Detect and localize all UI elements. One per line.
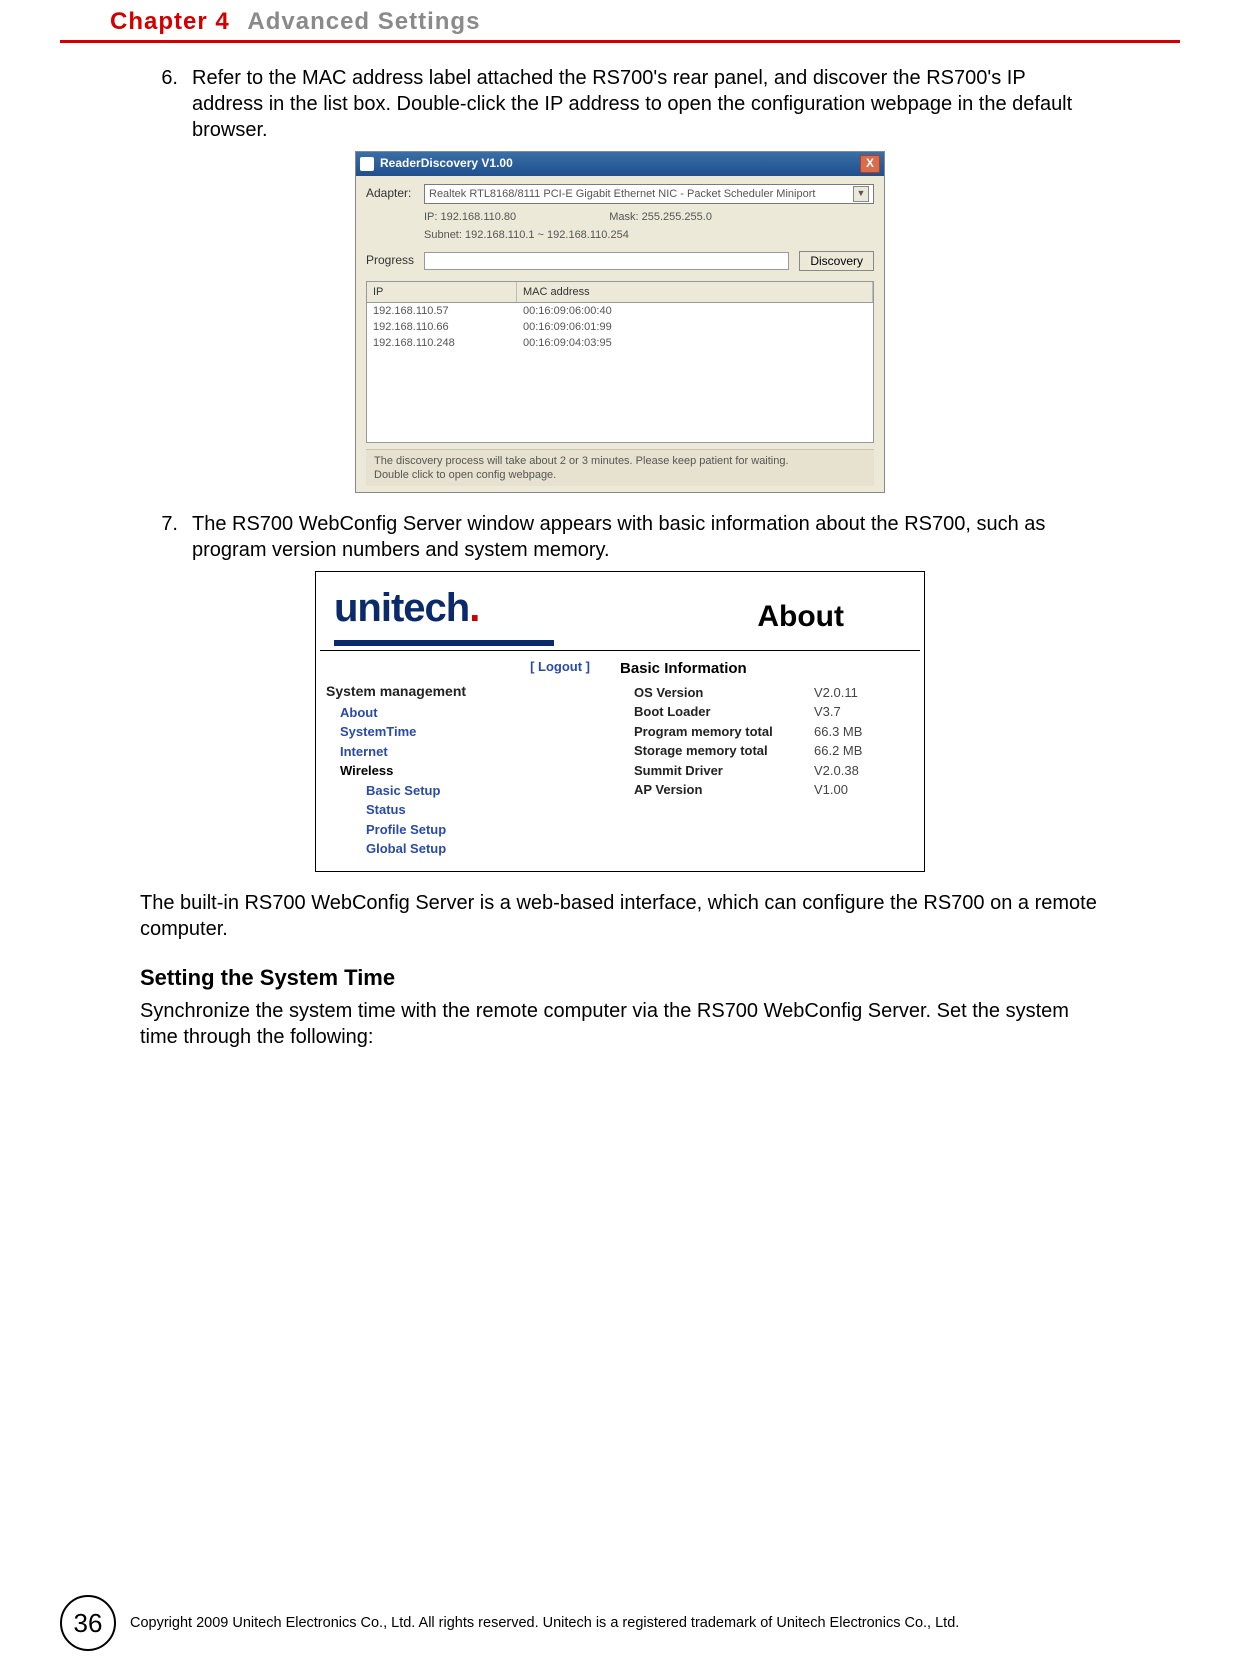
page-header: Chapter 4 Advanced Settings (0, 0, 1240, 38)
list-header: IP MAC address (366, 281, 874, 303)
table-row[interactable]: 192.168.110.57 00:16:09:06:00:40 (367, 303, 873, 319)
body-paragraph-2: Synchronize the system time with the rem… (140, 998, 1100, 1050)
step-number: 7. (140, 511, 192, 563)
adapter-label: Adapter: (366, 186, 424, 202)
basic-info-panel: Basic Information OS VersionV2.0.11 Boot… (620, 659, 914, 858)
step-7: 7. The RS700 WebConfig Server window app… (140, 511, 1100, 563)
cell-mac: 00:16:09:06:00:40 (517, 304, 873, 318)
copyright-text: Copyright 2009 Unitech Electronics Co., … (130, 1615, 1180, 1631)
ip-text: IP: 192.168.110.80 (424, 211, 516, 223)
list-body[interactable]: 192.168.110.57 00:16:09:06:00:40 192.168… (366, 303, 874, 443)
reader-discovery-window: ReaderDiscovery V1.00 X Adapter: Realtek… (355, 151, 885, 493)
window-title: ReaderDiscovery V1.00 (380, 156, 513, 172)
progress-label: Progress (366, 253, 424, 269)
bi-row: Boot LoaderV3.7 (620, 702, 914, 722)
chapter-label: Chapter 4 (110, 8, 230, 35)
bi-row: Program memory total66.3 MB (620, 722, 914, 742)
page-number: 36 (60, 1595, 116, 1651)
adapter-combobox[interactable]: Realtek RTL8168/8111 PCI-E Gigabit Ether… (424, 184, 874, 204)
hint-line-2: Double click to open config webpage. (374, 468, 866, 482)
app-icon (360, 157, 374, 171)
table-row[interactable]: 192.168.110.66 00:16:09:06:01:99 (367, 319, 873, 335)
nav-internet[interactable]: Internet (326, 742, 620, 762)
step-number: 6. (140, 65, 192, 143)
adapter-value: Realtek RTL8168/8111 PCI-E Gigabit Ether… (429, 187, 815, 201)
close-icon[interactable]: X (860, 155, 880, 173)
logo-underline (334, 640, 554, 646)
logout-link[interactable]: [ Logout ] (326, 659, 620, 676)
bi-row: Summit DriverV2.0.38 (620, 761, 914, 781)
mask-text: Mask: 255.255.255.0 (609, 211, 712, 223)
cell-ip: 192.168.110.66 (367, 320, 517, 334)
hint-panel: The discovery process will take about 2 … (366, 449, 874, 487)
col-ip[interactable]: IP (367, 282, 517, 302)
nav-basic-setup[interactable]: Basic Setup (352, 781, 620, 801)
bi-row: Storage memory total66.2 MB (620, 741, 914, 761)
webconfig-window: unitech. About [ Logout ] System managem… (315, 571, 925, 871)
page-content: 6. Refer to the MAC address label attach… (0, 43, 1240, 1050)
nav-global-setup[interactable]: Global Setup (352, 839, 620, 859)
cell-ip: 192.168.110.57 (367, 304, 517, 318)
figure-reader-discovery: ReaderDiscovery V1.00 X Adapter: Realtek… (140, 151, 1100, 493)
cell-ip: 192.168.110.248 (367, 336, 517, 350)
nav-systemtime[interactable]: SystemTime (326, 722, 620, 742)
discovery-button[interactable]: Discovery (799, 251, 874, 271)
nav-status[interactable]: Status (352, 800, 620, 820)
bi-row: OS VersionV2.0.11 (620, 683, 914, 703)
basic-info-heading: Basic Information (620, 659, 914, 679)
hint-line-1: The discovery process will take about 2 … (374, 454, 866, 468)
subnet-row: Subnet: 192.168.110.1 ~ 192.168.110.254 (366, 228, 874, 242)
nav-about[interactable]: About (326, 703, 620, 723)
nav-panel: [ Logout ] System management About Syste… (326, 659, 620, 858)
ip-mask-row: IP: 192.168.110.80 Mask: 255.255.255.0 (366, 210, 874, 224)
nav-profile-setup[interactable]: Profile Setup (352, 820, 620, 840)
body-paragraph-1: The built-in RS700 WebConfig Server is a… (140, 890, 1100, 942)
progress-bar (424, 252, 789, 270)
cell-mac: 00:16:09:04:03:95 (517, 336, 873, 350)
step-text: The RS700 WebConfig Server window appear… (192, 511, 1100, 563)
about-heading: About (757, 587, 844, 636)
nav-wireless[interactable]: Wireless (326, 761, 620, 781)
step-text: Refer to the MAC address label attached … (192, 65, 1100, 143)
figure-webconfig-about: unitech. About [ Logout ] System managem… (140, 571, 1100, 871)
bi-row: AP VersionV1.00 (620, 780, 914, 800)
unitech-logo: unitech. (316, 572, 757, 638)
col-mac[interactable]: MAC address (517, 282, 873, 302)
chapter-title: Advanced Settings (247, 8, 480, 35)
step-6: 6. Refer to the MAC address label attach… (140, 65, 1100, 143)
cell-mac: 00:16:09:06:01:99 (517, 320, 873, 334)
table-row[interactable]: 192.168.110.248 00:16:09:04:03:95 (367, 335, 873, 351)
chevron-down-icon[interactable]: ▼ (853, 186, 869, 202)
window-titlebar: ReaderDiscovery V1.00 X (356, 152, 884, 176)
sys-mgmt-heading: System management (326, 682, 620, 700)
page-footer: 36 Copyright 2009 Unitech Electronics Co… (0, 1595, 1240, 1651)
section-heading: Setting the System Time (140, 964, 1100, 993)
